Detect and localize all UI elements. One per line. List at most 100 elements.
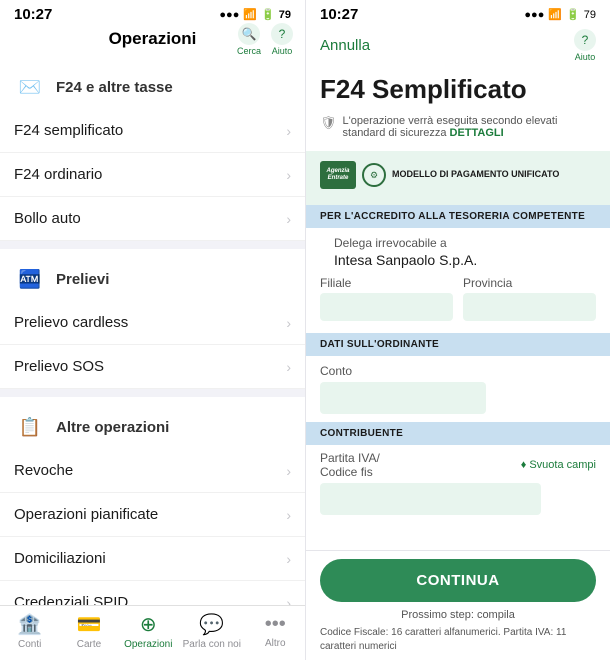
altre-icon: 📋 (14, 411, 46, 443)
menu-item-f24-ordinario[interactable]: F24 ordinario › (0, 153, 305, 197)
search-icon: 🔍 (238, 23, 260, 45)
chevron-operazioni-pianificate: › (286, 507, 291, 523)
security-text: L'operazione verrà eseguita secondo elev… (343, 115, 596, 139)
delega-section: Delega irrevocabile a Intesa Sanpaolo S.… (306, 228, 610, 333)
carte-icon: 💳 (77, 612, 102, 637)
nav-parla[interactable]: 💬 Parla con noi (183, 612, 241, 650)
section-header-tasse: ✉️ F24 e altre tasse (0, 57, 305, 109)
prelievo-cardless-label: Prelievo cardless (14, 314, 128, 331)
left-title: Operazioni (109, 29, 197, 49)
parla-icon: 💬 (199, 612, 224, 637)
aiuto-button-right[interactable]: ? Aiuto (574, 29, 596, 62)
chevron-f24-ordinario: › (286, 167, 291, 183)
nav-carte[interactable]: 💳 Carte (64, 612, 114, 650)
f24-ordinario-label: F24 ordinario (14, 166, 102, 183)
chevron-f24-semplificato: › (286, 123, 291, 139)
battery-icon-left: 🔋 (261, 8, 275, 21)
contribuente-section-label: CONTRIBUENTE (306, 422, 610, 445)
conto-label: Conto (320, 364, 596, 378)
status-bar-left: 10:27 ●●● 📶 🔋 79 (0, 0, 305, 25)
nav-operazioni[interactable]: ⊕ Operazioni (123, 612, 173, 650)
partita-input[interactable] (320, 483, 541, 515)
contribuente-row: Partita IVA/ Codice fis ♦ Svuota campi (320, 451, 596, 479)
menu-item-f24-semplificato[interactable]: F24 semplificato › (0, 109, 305, 153)
prossimo-step-text: Prossimo step: compila (306, 606, 610, 624)
delega-label: Delega irrevocabile a (320, 236, 596, 252)
altro-label: Altro (265, 638, 286, 649)
prelievo-sos-label: Prelievo SOS (14, 358, 104, 375)
partita-iva-label: Partita IVA/ Codice fis (320, 451, 380, 479)
menu-item-revoche[interactable]: Revoche › (0, 449, 305, 493)
menu-item-operazioni-pianificate[interactable]: Operazioni pianificate › (0, 493, 305, 537)
conti-icon: 🏦 (17, 612, 42, 637)
chevron-bollo-auto: › (286, 211, 291, 227)
security-note: 🛡 L'operazione verrà eseguita secondo el… (306, 115, 610, 151)
menu-item-domiciliazioni[interactable]: Domiciliazioni › (0, 537, 305, 581)
prelievi-icon: 🏧 (14, 263, 46, 295)
dettagli-link[interactable]: DETTAGLI (450, 127, 504, 139)
dati-ordinante-label: DATI SULL'ORDINANTE (306, 333, 610, 356)
battery-pct-left: 79 (279, 9, 291, 21)
status-icons-left: ●●● 📶 🔋 79 (219, 8, 291, 21)
modello-text: MODELLO DI PAGAMENTO UNIFICATO (392, 169, 559, 181)
battery-icon-right: 🔋 (566, 8, 580, 21)
agenzia-card: AgenziaEntrate ⚙ MODELLO DI PAGAMENTO UN… (306, 151, 610, 205)
section-header-prelievi: 🏧 Prelievi (0, 249, 305, 301)
aiuto-label-left: Aiuto (272, 46, 293, 56)
bottom-overlay: CONTINUA Prossimo step: compila Codice F… (306, 550, 610, 660)
agenzia-seal: ⚙ (362, 163, 386, 187)
status-icons-right: ●●● 📶 🔋 79 (524, 8, 596, 21)
time-right: 10:27 (320, 6, 358, 23)
agenzia-header: AgenziaEntrate ⚙ MODELLO DI PAGAMENTO UN… (320, 161, 596, 189)
chevron-credenziali-spid: › (286, 595, 291, 606)
divider-1 (0, 241, 305, 249)
signal-icon-left: ●●● (219, 9, 239, 21)
chevron-domiciliazioni: › (286, 551, 291, 567)
f24-semplificato-label: F24 semplificato (14, 122, 123, 139)
filiale-input[interactable] (320, 293, 453, 321)
contribuente-form: Partita IVA/ Codice fis ♦ Svuota campi (306, 445, 610, 521)
provincia-input[interactable] (463, 293, 596, 321)
menu-item-prelievo-sos[interactable]: Prelievo SOS › (0, 345, 305, 389)
prelievi-title: Prelievi (56, 271, 109, 288)
nav-altro[interactable]: ••• Altro (250, 613, 300, 649)
menu-item-credenziali-spid[interactable]: Credenziali SPID › (0, 581, 305, 605)
right-scroll-area: F24 Semplificato 🛡 L'operazione verrà es… (306, 70, 610, 550)
continua-button[interactable]: CONTINUA (320, 559, 596, 602)
nav-conti[interactable]: 🏦 Conti (5, 612, 55, 650)
help-icon-left: ? (271, 23, 293, 45)
bottom-nav: 🏦 Conti 💳 Carte ⊕ Operazioni 💬 Parla con… (0, 605, 305, 660)
accredito-bar: PER L'ACCREDITO ALLA TESORERIA COMPETENT… (306, 205, 610, 228)
wifi-icon-right: 📶 (548, 8, 562, 21)
chevron-revoche: › (286, 463, 291, 479)
help-icon-right: ? (574, 29, 596, 51)
menu-item-prelievo-cardless[interactable]: Prelievo cardless › (0, 301, 305, 345)
aiuto-button-left[interactable]: ? Aiuto (271, 23, 293, 56)
provincia-group: Provincia (463, 276, 596, 321)
tasse-title: F24 e altre tasse (56, 79, 173, 96)
left-panel: 10:27 ●●● 📶 🔋 79 Operazioni 🔍 Cerca ? Ai… (0, 0, 305, 660)
chevron-prelievo-cardless: › (286, 315, 291, 331)
right-header: Annulla ? Aiuto (306, 25, 610, 70)
svuota-button[interactable]: ♦ Svuota campi (521, 459, 596, 471)
svuota-label: Svuota campi (529, 459, 596, 471)
conto-input[interactable] (320, 382, 486, 414)
wifi-icon-left: 📶 (243, 8, 257, 21)
right-panel: 10:27 ●●● 📶 🔋 79 Annulla ? Aiuto F24 Sem… (305, 0, 610, 660)
filiale-provincia-row: Filiale Provincia (320, 276, 596, 321)
altre-title: Altre operazioni (56, 419, 169, 436)
annulla-button[interactable]: Annulla (320, 37, 370, 54)
agenzia-logo: AgenziaEntrate (320, 161, 356, 189)
filiale-group: Filiale (320, 276, 453, 321)
menu-item-bollo-auto[interactable]: Bollo auto › (0, 197, 305, 241)
conto-group: Conto (306, 356, 610, 422)
operazioni-pianificate-label: Operazioni pianificate (14, 506, 158, 523)
svuota-icon: ♦ (521, 459, 527, 471)
conti-label: Conti (18, 639, 41, 650)
left-header: Operazioni 🔍 Cerca ? Aiuto (0, 25, 305, 57)
cerca-label: Cerca (237, 46, 261, 56)
cerca-button[interactable]: 🔍 Cerca (237, 23, 261, 56)
time-left: 10:27 (14, 6, 52, 23)
delega-name: Intesa Sanpaolo S.p.A. (320, 252, 596, 276)
left-scroll-area: ✉️ F24 e altre tasse F24 semplificato › … (0, 57, 305, 605)
